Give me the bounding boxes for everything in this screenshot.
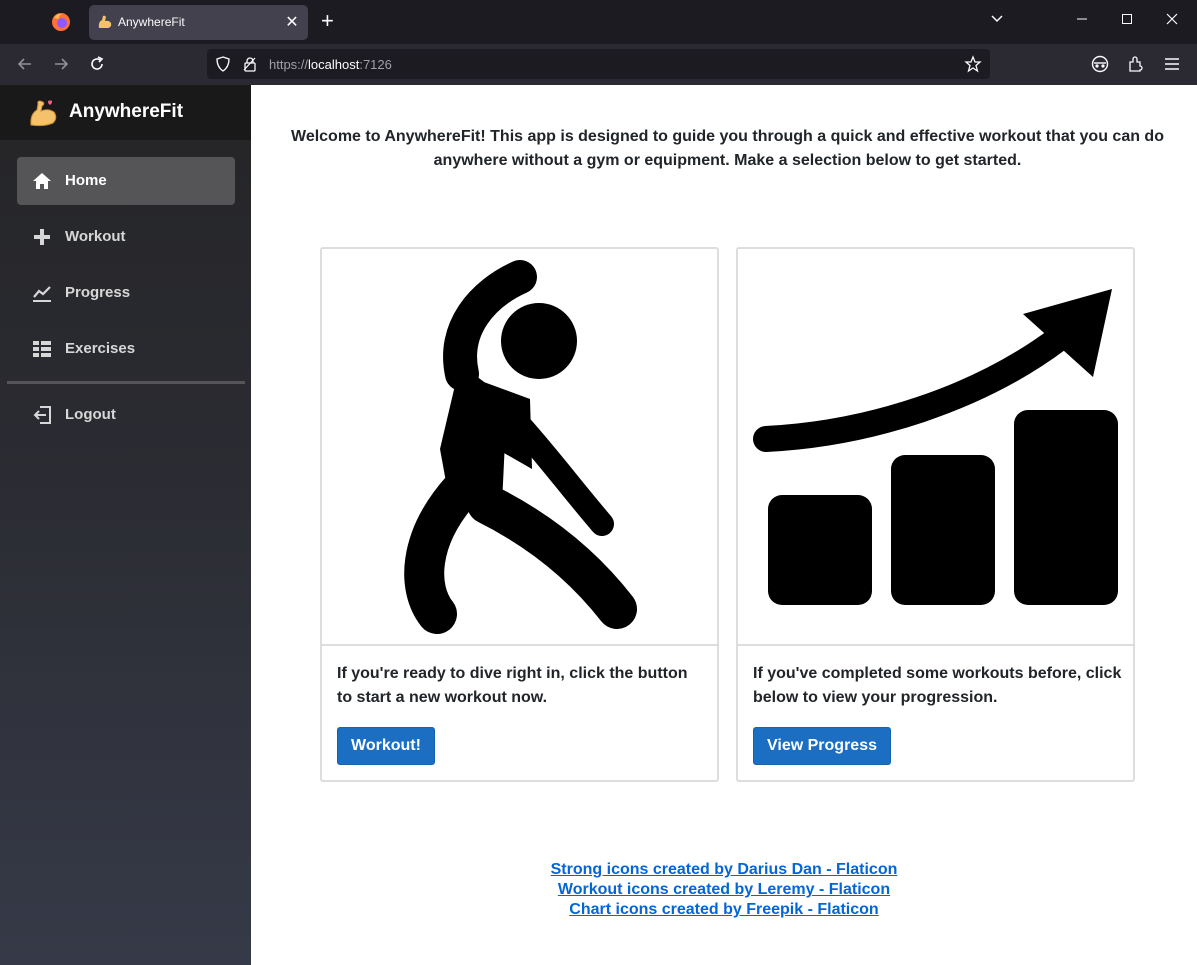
reload-icon[interactable] xyxy=(87,54,107,74)
logout-icon xyxy=(33,406,51,424)
stretching-person-icon xyxy=(404,260,637,634)
welcome-text: Welcome to AnywhereFit! This app is desi… xyxy=(291,128,1164,169)
url-text[interactable]: https://localhost:7126 xyxy=(269,57,392,72)
url-bar[interactable]: https://localhost:7126 xyxy=(207,49,990,79)
url-scheme: https:// xyxy=(269,57,309,72)
browser-tab-bar: AnywhereFit ✕ + xyxy=(0,0,1197,44)
lock-icon[interactable] xyxy=(242,56,258,72)
list-icon xyxy=(33,341,51,357)
tab-title: AnywhereFit xyxy=(118,15,185,29)
card-description: If you're ready to dive right in, click … xyxy=(337,665,688,706)
new-tab-icon[interactable]: + xyxy=(321,10,334,32)
main-content: Welcome to AnywhereFit! This app is desi… xyxy=(251,85,1197,965)
credit-link-chart[interactable]: Chart icons created by Freepik - Flatico… xyxy=(251,900,1197,920)
sidebar-item-exercises[interactable]: Exercises xyxy=(17,325,235,373)
url-host: localhost xyxy=(308,57,360,72)
maximize-icon[interactable] xyxy=(1121,12,1133,29)
menu-icon[interactable] xyxy=(1162,54,1182,74)
sidebar-item-progress[interactable]: Progress xyxy=(17,269,235,317)
app: AnywhereFit Home Workout Progress Exerci… xyxy=(0,85,1197,965)
shield-icon[interactable] xyxy=(215,56,231,72)
brand[interactable]: AnywhereFit xyxy=(0,85,251,140)
workout-card: If you're ready to dive right in, click … xyxy=(320,247,719,782)
bookmark-star-icon[interactable] xyxy=(964,55,982,73)
card-description: If you've completed some workouts before… xyxy=(753,665,1122,706)
sidebar-item-label: Logout xyxy=(65,406,116,423)
growth-chart-icon xyxy=(753,289,1118,605)
extensions-icon[interactable] xyxy=(1126,54,1146,74)
brand-name: AnywhereFit xyxy=(69,101,184,122)
progress-card: If you've completed some workouts before… xyxy=(736,247,1135,782)
sidebar: AnywhereFit Home Workout Progress Exerci… xyxy=(0,85,251,965)
flexed-arm-icon xyxy=(98,15,112,28)
card-image xyxy=(322,249,717,646)
flexed-arm-icon xyxy=(30,100,57,127)
view-progress-button[interactable]: View Progress xyxy=(753,727,891,765)
home-icon xyxy=(33,173,51,189)
minimize-icon[interactable] xyxy=(1076,12,1088,29)
close-window-icon[interactable] xyxy=(1166,12,1178,29)
card-image xyxy=(738,249,1133,646)
sidebar-item-label: Workout xyxy=(65,228,126,245)
sidebar-item-label: Home xyxy=(65,172,107,189)
sidebar-item-label: Exercises xyxy=(65,340,136,357)
icon-credits: Strong icons created by Darius Dan - Fla… xyxy=(251,860,1197,920)
workout-button[interactable]: Workout! xyxy=(337,727,435,765)
forward-icon[interactable] xyxy=(51,54,71,74)
credit-link-workout[interactable]: Workout icons created by Leremy - Flatic… xyxy=(251,880,1197,900)
close-tab-icon[interactable]: ✕ xyxy=(284,12,300,32)
sidebar-item-logout[interactable]: Logout xyxy=(17,391,235,439)
credit-link-strong[interactable]: Strong icons created by Darius Dan - Fla… xyxy=(251,860,1197,880)
firefox-icon[interactable] xyxy=(51,12,71,32)
sidebar-item-label: Progress xyxy=(65,284,131,301)
browser-nav-bar: https://localhost:7126 xyxy=(0,44,1197,85)
sidebar-divider xyxy=(7,381,245,384)
list-all-tabs-icon[interactable] xyxy=(990,12,1004,29)
back-icon[interactable] xyxy=(15,54,35,74)
private-mask-icon[interactable] xyxy=(1090,54,1110,74)
sidebar-item-workout[interactable]: Workout xyxy=(17,213,235,261)
browser-tab[interactable]: AnywhereFit ✕ xyxy=(89,5,308,40)
chart-line-icon xyxy=(33,286,51,302)
url-port: :7126 xyxy=(359,57,392,72)
plus-icon xyxy=(34,229,50,245)
sidebar-item-home[interactable]: Home xyxy=(17,157,235,205)
